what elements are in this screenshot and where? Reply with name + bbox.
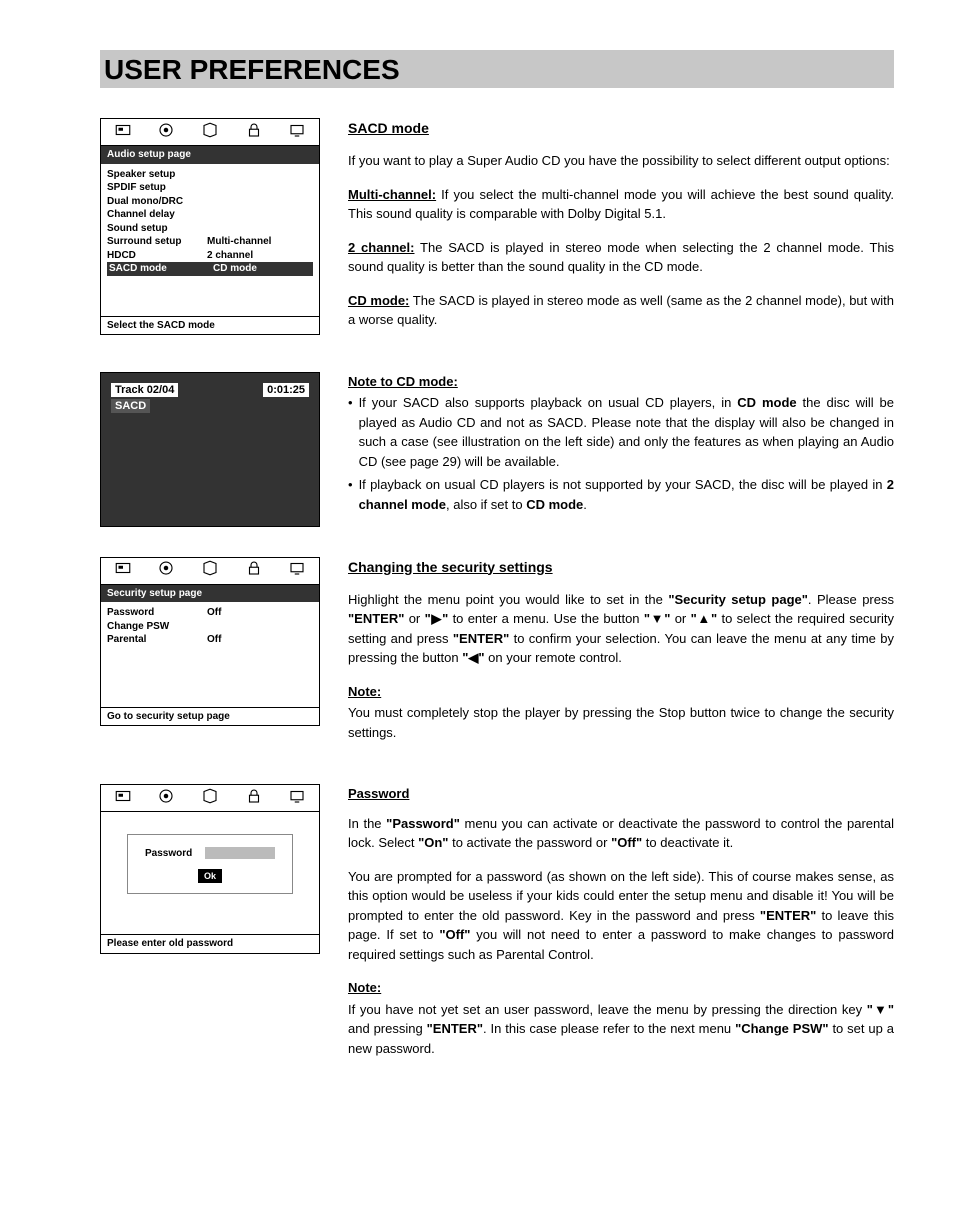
osd2-body: PasswordOffChange PSWParentalOff bbox=[101, 602, 319, 707]
osd2-bar: Security setup page bbox=[101, 585, 319, 603]
security-note-body: You must completely stop the player by p… bbox=[348, 703, 894, 742]
osd-body: Speaker setupSPDIF setupDual mono/DRCCha… bbox=[101, 164, 319, 316]
section-security: Security setup page PasswordOffChange PS… bbox=[100, 557, 894, 757]
tab-icon bbox=[114, 121, 132, 144]
osd-security-setup: Security setup page PasswordOffChange PS… bbox=[100, 557, 320, 727]
tab-icon bbox=[114, 559, 132, 582]
track-line1: Track 02/04 bbox=[111, 383, 178, 397]
title-bar: USER PREFERENCES bbox=[100, 50, 894, 88]
lock-icon bbox=[245, 787, 263, 810]
lock-icon bbox=[245, 559, 263, 582]
password-note-label: Note: bbox=[348, 978, 894, 998]
track-time: 0:01:25 bbox=[263, 383, 309, 397]
password-left: Password Ok Please enter old password bbox=[100, 784, 320, 954]
lock-icon bbox=[245, 121, 263, 144]
osd3-foot: Please enter old password bbox=[101, 934, 319, 953]
cd-note-left: Track 02/04 0:01:25 SACD bbox=[100, 372, 320, 527]
screen-icon bbox=[288, 559, 306, 582]
osd-row: SPDIF setup bbox=[107, 181, 313, 195]
label-2ch: 2 channel: bbox=[348, 240, 414, 255]
osd2-foot: Go to security setup page bbox=[101, 707, 319, 726]
password-note-body: If you have not yet set an user password… bbox=[348, 1000, 894, 1059]
osd-row: Dual mono/DRC bbox=[107, 195, 313, 209]
dolby-icon bbox=[201, 787, 219, 810]
speaker-icon bbox=[157, 559, 175, 582]
osd-row: PasswordOff bbox=[107, 606, 313, 620]
sacd-text: SACD mode If you want to play a Super Au… bbox=[348, 118, 894, 344]
osd2-tabs bbox=[101, 558, 319, 585]
osd-row: ParentalOff bbox=[107, 633, 313, 647]
osd-tabs bbox=[101, 119, 319, 146]
security-p1: Highlight the menu point you would like … bbox=[348, 590, 894, 668]
tab-icon bbox=[114, 787, 132, 810]
security-text: Changing the security settings Highlight… bbox=[348, 557, 894, 757]
label-mc: Multi-channel: bbox=[348, 187, 436, 202]
heading-security: Changing the security settings bbox=[348, 557, 894, 578]
osd-row: Surround setupMulti-channel bbox=[107, 235, 313, 249]
osd-password: Password Ok Please enter old password bbox=[100, 784, 320, 954]
password-label: Password bbox=[145, 847, 192, 861]
osd-row: Change PSW bbox=[107, 620, 313, 634]
label-cd: CD mode: bbox=[348, 293, 409, 308]
osd-bar: Audio setup page bbox=[101, 146, 319, 164]
password-dialog: Password Ok bbox=[127, 834, 293, 894]
heading-sacd: SACD mode bbox=[348, 118, 894, 139]
osd-row: Speaker setup bbox=[107, 168, 313, 182]
password-text: Password In the "Password" menu you can … bbox=[348, 784, 894, 1072]
track-top: Track 02/04 0:01:25 bbox=[111, 383, 309, 397]
security-left: Security setup page PasswordOffChange PS… bbox=[100, 557, 320, 727]
osd3-body: Password Ok bbox=[101, 812, 319, 934]
osd-audio-setup: Audio setup page Speaker setupSPDIF setu… bbox=[100, 118, 320, 335]
screen-icon bbox=[288, 787, 306, 810]
osd3-tabs bbox=[101, 785, 319, 812]
sacd-2ch: 2 channel: The SACD is played in stereo … bbox=[348, 238, 894, 277]
osd-row: SACD modeCD mode bbox=[107, 262, 313, 276]
password-field bbox=[205, 847, 275, 859]
note-cd-label: Note to CD mode: bbox=[348, 372, 894, 392]
sacd-mc: Multi-channel: If you select the multi-c… bbox=[348, 185, 894, 224]
section-password: Password Ok Please enter old password Pa… bbox=[100, 784, 894, 1072]
osd-row: HDCD2 channel bbox=[107, 249, 313, 263]
speaker-icon bbox=[157, 787, 175, 810]
password-p1: In the "Password" menu you can activate … bbox=[348, 814, 894, 853]
sacd-cd: CD mode: The SACD is played in stereo mo… bbox=[348, 291, 894, 330]
section-sacd: Audio setup page Speaker setupSPDIF setu… bbox=[100, 118, 894, 344]
section-cd-note: Track 02/04 0:01:25 SACD Note to CD mode… bbox=[100, 372, 894, 527]
osd-foot: Select the SACD mode bbox=[101, 316, 319, 335]
osd-row: Sound setup bbox=[107, 222, 313, 236]
cd-note-text: Note to CD mode: • If your SACD also sup… bbox=[348, 372, 894, 519]
body-2ch: The SACD is played in stereo mode when s… bbox=[348, 240, 894, 275]
page: USER PREFERENCES Audio setup page Speake… bbox=[0, 0, 954, 1217]
bullet-1: • If your SACD also supports playback on… bbox=[348, 393, 894, 471]
sacd-intro: If you want to play a Super Audio CD you… bbox=[348, 151, 894, 171]
page-title: USER PREFERENCES bbox=[100, 54, 894, 86]
speaker-icon bbox=[157, 121, 175, 144]
dolby-icon bbox=[201, 121, 219, 144]
track-display: Track 02/04 0:01:25 SACD bbox=[100, 372, 320, 527]
dolby-icon bbox=[201, 559, 219, 582]
track-tag: SACD bbox=[111, 399, 150, 413]
screen-icon bbox=[288, 121, 306, 144]
security-note-label: Note: bbox=[348, 682, 894, 702]
heading-password: Password bbox=[348, 784, 894, 804]
password-p2: You are prompted for a password (as show… bbox=[348, 867, 894, 965]
bullet-2: • If playback on usual CD players is not… bbox=[348, 475, 894, 514]
ok-button: Ok bbox=[198, 869, 222, 883]
sacd-left: Audio setup page Speaker setupSPDIF setu… bbox=[100, 118, 320, 335]
osd-row: Channel delay bbox=[107, 208, 313, 222]
body-cd: The SACD is played in stereo mode as wel… bbox=[348, 293, 894, 328]
